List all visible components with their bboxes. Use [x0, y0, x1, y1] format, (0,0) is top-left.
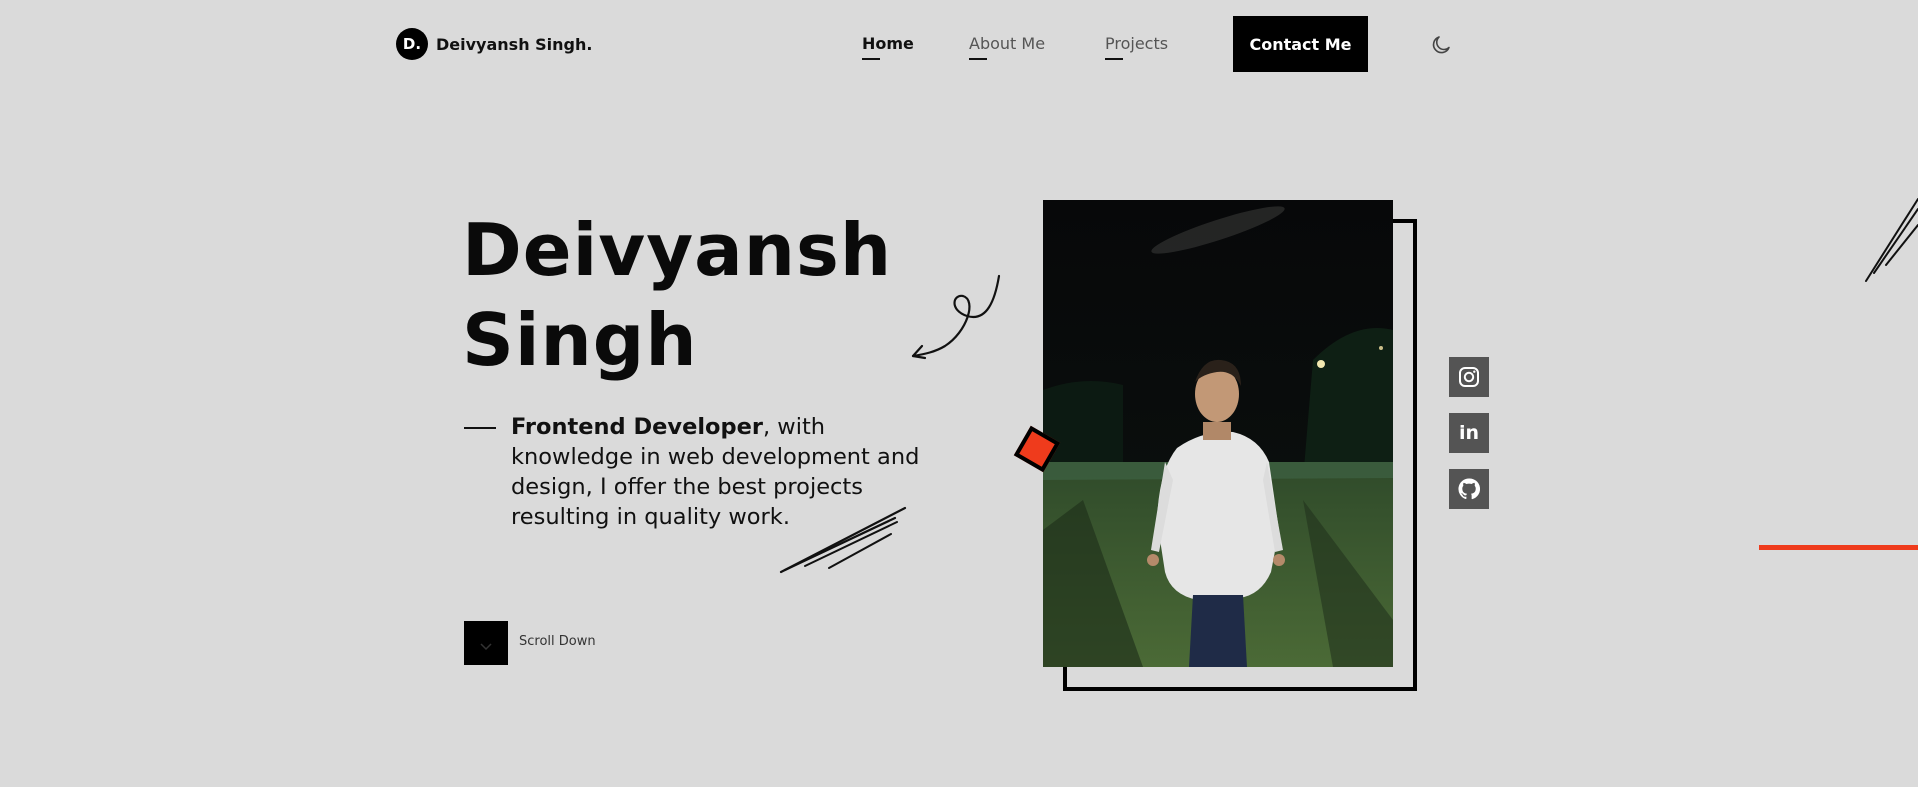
logo-badge: D.: [396, 28, 428, 60]
hero-title-line2: Singh: [462, 298, 698, 382]
nav-home-underline: [862, 58, 880, 60]
hero-title: Deivyansh Singh: [462, 205, 892, 385]
corner-scribble-doodle: [1865, 198, 1918, 282]
instagram-button[interactable]: [1449, 357, 1489, 397]
accent-line: [1759, 545, 1918, 550]
logo-name: Deivyansh Singh.: [436, 34, 593, 54]
github-icon: [1458, 478, 1480, 500]
linkedin-icon: in: [1458, 422, 1480, 444]
nav-home-link[interactable]: Home: [862, 34, 914, 60]
scribble-doodle: [779, 506, 907, 574]
github-button[interactable]: [1449, 469, 1489, 509]
linkedin-button[interactable]: in: [1449, 413, 1489, 453]
contact-me-button[interactable]: Contact Me: [1233, 16, 1368, 72]
instagram-icon: [1459, 367, 1479, 387]
hero-title-line1: Deivyansh: [462, 208, 893, 292]
moon-icon[interactable]: [1429, 33, 1453, 57]
curly-arrow-doodle: [911, 274, 1001, 360]
nav-projects-underline: [1105, 58, 1123, 60]
nav-about-underline: [969, 58, 987, 60]
chevron-down-icon: [480, 643, 492, 651]
scroll-down-label: Scroll Down: [519, 634, 596, 649]
scroll-down-button[interactable]: [464, 621, 508, 665]
description-dash: [464, 427, 496, 429]
nav-projects-label: Projects: [1105, 34, 1169, 53]
nav-projects-link[interactable]: Projects: [1105, 34, 1169, 60]
nav-home-label: Home: [862, 34, 914, 53]
logo[interactable]: D. Deivyansh Singh.: [396, 28, 592, 60]
hero-role: Frontend Developer: [511, 414, 763, 440]
nav-about-label: About Me: [969, 34, 1046, 53]
profile-photo: [1043, 200, 1393, 667]
nav-about-link[interactable]: About Me: [969, 34, 1046, 60]
